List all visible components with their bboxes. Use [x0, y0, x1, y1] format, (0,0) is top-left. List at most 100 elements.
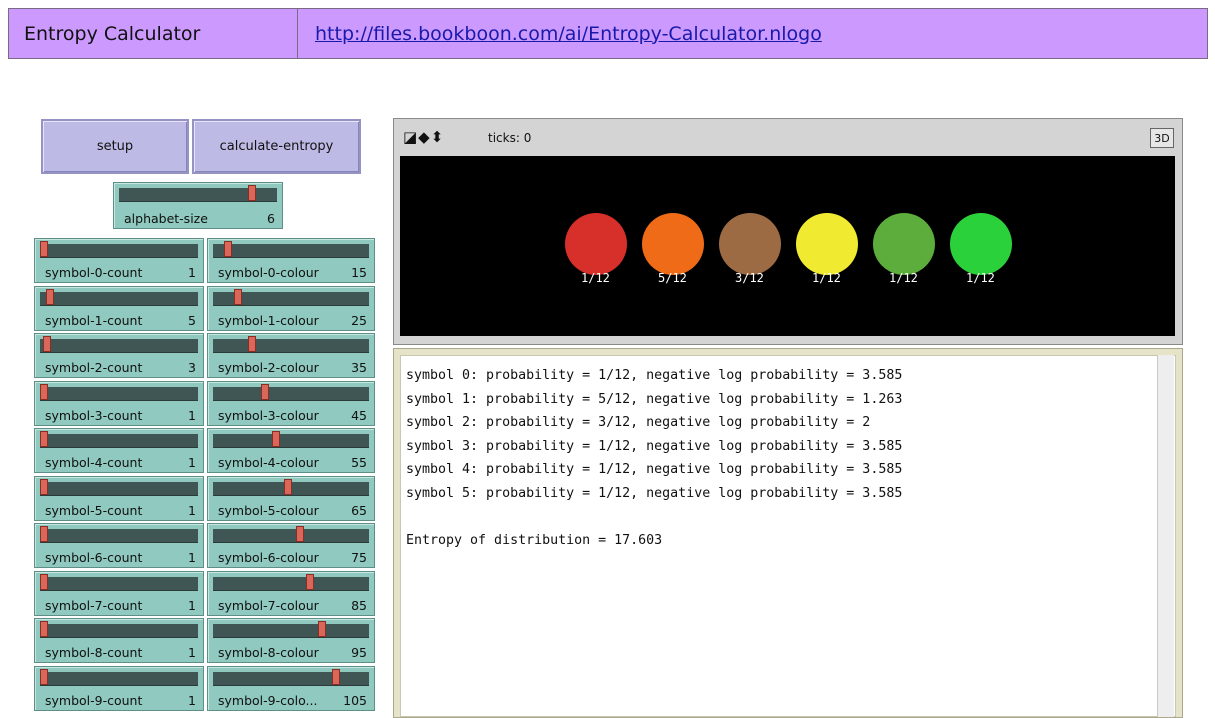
slider-track[interactable]	[40, 244, 198, 258]
symbol-2-colour-slider[interactable]: symbol-2-colour 35	[207, 333, 375, 378]
slider-thumb[interactable]	[40, 431, 48, 447]
world-view: ◪◆⬍ ticks: 0 3D 1/12 5/12 3/12 1/12 1/12 1/12	[393, 118, 1183, 345]
slider-thumb[interactable]	[318, 621, 326, 637]
slider-thumb[interactable]	[248, 185, 257, 201]
slider-track[interactable]	[213, 624, 369, 638]
slider-track[interactable]	[213, 576, 369, 591]
slider-track[interactable]	[213, 671, 369, 686]
slider-value: 35	[351, 360, 367, 375]
turtle-symbol-4	[873, 213, 935, 275]
3d-view-button[interactable]: 3D	[1150, 128, 1174, 148]
symbol-1-count-slider[interactable]: symbol-1-count 5	[34, 285, 204, 331]
slider-value: 75	[351, 550, 367, 565]
symbol-6-colour-slider[interactable]: symbol-6-colour 75	[207, 523, 375, 568]
setup-button[interactable]: setup	[41, 119, 189, 174]
slider-label: symbol-9-count	[45, 692, 143, 708]
slider-thumb[interactable]	[295, 526, 304, 542]
slider-track[interactable]	[213, 434, 369, 448]
slider-track[interactable]	[40, 529, 198, 543]
slider-value: 1	[188, 692, 196, 708]
symbol-0-count-slider[interactable]: symbol-0-count 1	[34, 238, 204, 283]
output-scrollbar[interactable]	[1157, 355, 1174, 717]
slider-thumb[interactable]	[271, 431, 280, 447]
model-link[interactable]: http://files.bookboon.com/ai/Entropy-Cal…	[298, 9, 822, 58]
slider-thumb[interactable]	[40, 383, 48, 400]
slider-track[interactable]	[40, 339, 198, 353]
symbol-9-count-slider[interactable]: symbol-9-count 1	[34, 665, 204, 711]
output-line: symbol 0: probability = 1/12, negative l…	[406, 368, 903, 383]
slider-track[interactable]	[40, 576, 198, 591]
slider-label: symbol-7-colour	[218, 597, 319, 613]
calculate-entropy-button[interactable]: calculate-entropy	[192, 119, 361, 174]
slider-value: 1	[188, 550, 196, 565]
symbol-8-colour-slider[interactable]: symbol-8-colour 95	[207, 618, 375, 663]
symbol-4-count-slider[interactable]: symbol-4-count 1	[34, 428, 204, 473]
slider-value: 55	[351, 455, 367, 470]
slider-track[interactable]	[213, 339, 369, 353]
slider-track[interactable]	[40, 291, 198, 306]
slider-track[interactable]	[213, 244, 369, 258]
slider-value: 1	[188, 597, 196, 613]
slider-thumb[interactable]	[46, 288, 55, 305]
slider-value: 6	[267, 211, 275, 226]
output-area: symbol 0: probability = 1/12, negative l…	[393, 348, 1183, 718]
slider-track[interactable]	[40, 671, 198, 686]
slider-label: symbol-0-count	[45, 265, 143, 280]
slider-track[interactable]	[40, 434, 198, 448]
output-text-box[interactable]: symbol 0: probability = 1/12, negative l…	[400, 355, 1176, 717]
slider-thumb[interactable]	[223, 241, 232, 257]
slider-value: 15	[351, 265, 367, 280]
slider-thumb[interactable]	[306, 573, 314, 590]
symbol-2-count-slider[interactable]: symbol-2-count 3	[34, 333, 204, 378]
symbol-4-colour-slider[interactable]: symbol-4-colour 55	[207, 428, 375, 473]
symbol-8-count-slider[interactable]: symbol-8-count 1	[34, 618, 204, 663]
turtle-label: 1/12	[812, 271, 841, 285]
slider-label: symbol-6-colour	[218, 550, 319, 565]
alphabet-size-slider[interactable]: alphabet-size 6	[113, 182, 283, 229]
slider-thumb[interactable]	[261, 383, 269, 400]
slider-thumb[interactable]	[40, 526, 48, 542]
slider-track[interactable]	[213, 386, 369, 401]
view-resize-icons[interactable]: ◪◆⬍	[403, 128, 444, 146]
slider-label: symbol-9-colo...	[218, 692, 318, 708]
turtle-label: 1/12	[966, 271, 995, 285]
symbol-6-count-slider[interactable]: symbol-6-count 1	[34, 523, 204, 568]
slider-value: 3	[188, 360, 196, 375]
slider-thumb[interactable]	[43, 336, 52, 352]
symbol-3-colour-slider[interactable]: symbol-3-colour 45	[207, 380, 375, 426]
slider-value: 105	[343, 692, 367, 708]
slider-thumb[interactable]	[40, 573, 48, 590]
slider-value: 1	[188, 502, 196, 518]
slider-label: symbol-2-count	[45, 360, 143, 375]
slider-thumb[interactable]	[283, 478, 292, 495]
slider-track[interactable]	[40, 624, 198, 638]
slider-thumb[interactable]	[40, 478, 48, 495]
symbol-1-colour-slider[interactable]: symbol-1-colour 25	[207, 285, 375, 331]
output-line: symbol 3: probability = 1/12, negative l…	[406, 438, 903, 454]
slider-value: 45	[351, 407, 367, 423]
symbol-7-count-slider[interactable]: symbol-7-count 1	[34, 570, 204, 616]
slider-thumb[interactable]	[234, 288, 242, 305]
slider-label: symbol-5-colour	[218, 502, 319, 518]
symbol-9-colour-slider[interactable]: symbol-9-colo... 105	[207, 665, 375, 711]
world-canvas[interactable]: 1/12 5/12 3/12 1/12 1/12 1/12	[400, 156, 1175, 336]
slider-label: symbol-8-count	[45, 645, 143, 660]
symbol-5-count-slider[interactable]: symbol-5-count 1	[34, 475, 204, 521]
slider-track[interactable]	[213, 529, 369, 543]
slider-thumb[interactable]	[40, 621, 48, 637]
symbol-3-count-slider[interactable]: symbol-3-count 1	[34, 380, 204, 426]
slider-thumb[interactable]	[40, 668, 48, 685]
slider-track[interactable]	[40, 481, 198, 496]
symbol-5-colour-slider[interactable]: symbol-5-colour 65	[207, 475, 375, 521]
slider-track[interactable]	[40, 386, 198, 401]
symbol-7-colour-slider[interactable]: symbol-7-colour 85	[207, 570, 375, 616]
slider-label: symbol-8-colour	[218, 645, 319, 660]
slider-thumb[interactable]	[247, 336, 256, 352]
slider-thumb[interactable]	[40, 241, 48, 257]
slider-label: symbol-3-count	[45, 407, 143, 423]
turtle-label: 5/12	[658, 271, 687, 285]
symbol-0-colour-slider[interactable]: symbol-0-colour 15	[207, 238, 375, 283]
ticks-counter: ticks: 0	[488, 131, 532, 145]
slider-thumb[interactable]	[331, 668, 340, 685]
